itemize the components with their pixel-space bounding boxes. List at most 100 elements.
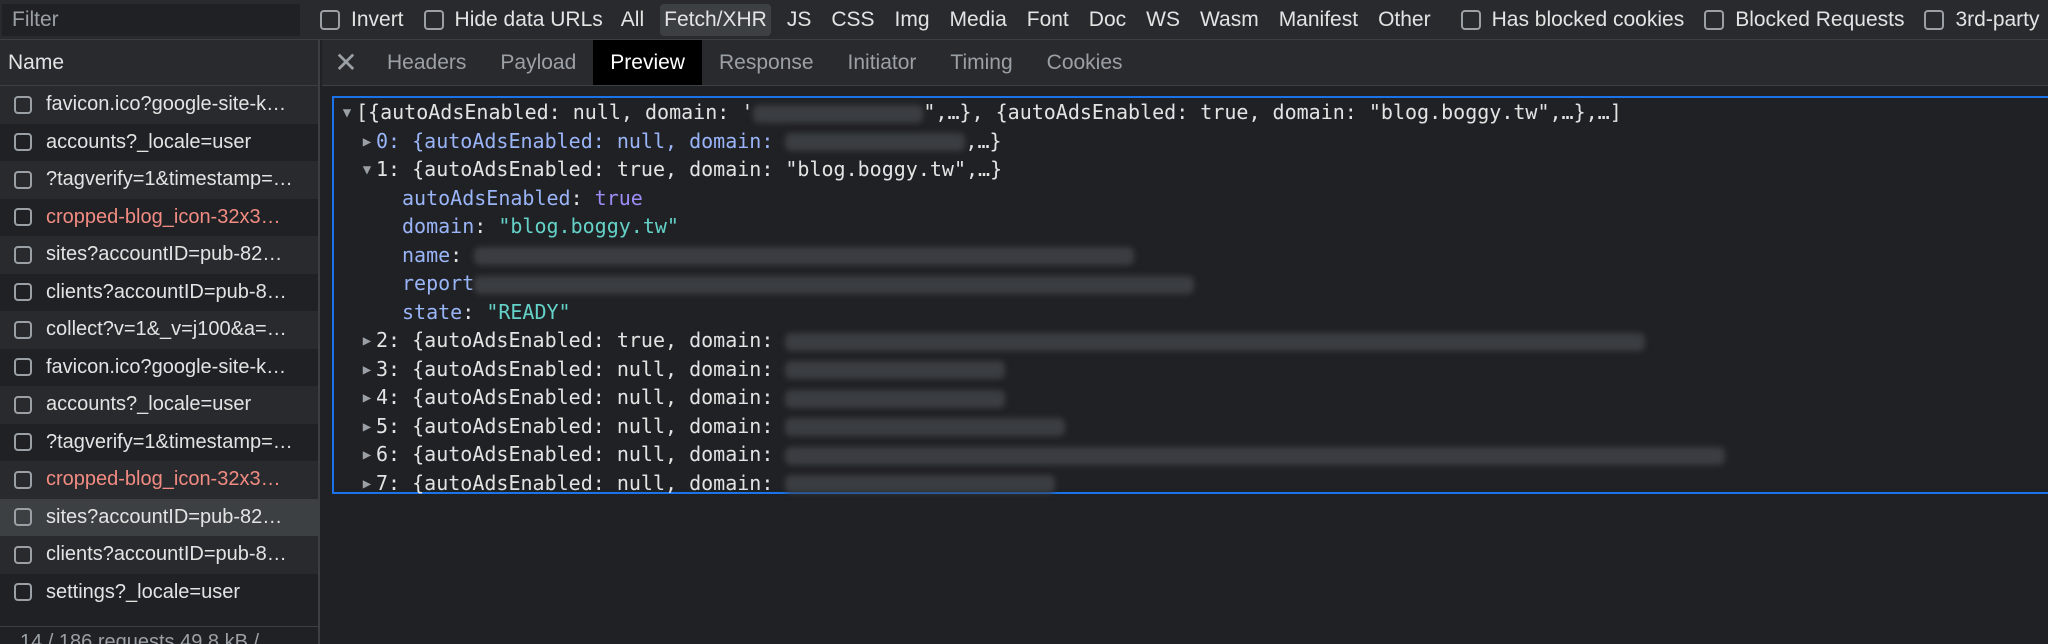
triangle-down-icon[interactable]: ▼ bbox=[338, 99, 356, 128]
type-filter-fetch-xhr[interactable]: Fetch/XHR bbox=[660, 3, 771, 36]
tab-timing[interactable]: Timing bbox=[933, 40, 1029, 85]
row-checkbox[interactable] bbox=[14, 508, 32, 527]
type-filter-css[interactable]: CSS bbox=[827, 4, 878, 36]
request-row[interactable]: favicon.ico?google-site-k… bbox=[0, 86, 318, 124]
type-filter-font[interactable]: Font bbox=[1023, 4, 1073, 36]
tab-cookies[interactable]: Cookies bbox=[1030, 40, 1140, 85]
property-key: name bbox=[402, 242, 451, 267]
invert-label: Invert bbox=[351, 7, 404, 31]
checkbox-box[interactable] bbox=[320, 9, 340, 30]
row-checkbox[interactable] bbox=[14, 470, 32, 489]
tree-item-text: 1: {autoAdsEnabled: true, domain: "blog.… bbox=[376, 157, 1003, 181]
request-row[interactable]: cropped-blog_icon-32x3… bbox=[0, 461, 318, 499]
triangle-right-icon[interactable]: ▶ bbox=[358, 413, 376, 442]
close-icon[interactable]: ✕ bbox=[322, 40, 370, 85]
request-row[interactable]: ?tagverify=1&timestamp=… bbox=[0, 161, 318, 199]
row-checkbox[interactable] bbox=[14, 583, 32, 602]
has-blocked-cookies-checkbox[interactable]: Has blocked cookies bbox=[1460, 7, 1685, 32]
row-checkbox[interactable] bbox=[14, 170, 32, 189]
tree-item-expanded[interactable]: ▼ 1: {autoAdsEnabled: true, domain: "blog… bbox=[334, 155, 2048, 184]
hide-data-urls-checkbox[interactable]: Hide data URLs bbox=[423, 8, 603, 32]
tree-item[interactable]: ▶ 0: {autoAdsEnabled: null, domain: ,…} bbox=[334, 127, 2048, 156]
request-row[interactable]: clients?accountID=pub-8… bbox=[0, 536, 318, 574]
tab-initiator[interactable]: Initiator bbox=[831, 40, 934, 85]
triangle-right-icon[interactable]: ▶ bbox=[358, 327, 376, 356]
triangle-down-icon[interactable]: ▼ bbox=[358, 156, 376, 185]
filter-input[interactable] bbox=[2, 3, 300, 36]
blocked-requests-label: Blocked Requests bbox=[1735, 7, 1905, 31]
type-filter-wasm[interactable]: Wasm bbox=[1196, 4, 1263, 36]
checkbox-box[interactable] bbox=[423, 9, 444, 30]
request-name: sites?accountID=pub-82… bbox=[46, 243, 283, 266]
checkbox-box[interactable] bbox=[1704, 9, 1725, 30]
type-filter-img[interactable]: Img bbox=[891, 4, 934, 36]
has-blocked-cookies-label: Has blocked cookies bbox=[1491, 7, 1685, 31]
triangle-right-icon[interactable]: ▶ bbox=[358, 470, 376, 499]
request-detail-panel: ✕ Headers Payload Preview Response Initi… bbox=[322, 40, 2048, 644]
tree-property: name: bbox=[334, 241, 2048, 270]
row-checkbox[interactable] bbox=[14, 433, 32, 452]
tree-item[interactable]: ▶ 4: {autoAdsEnabled: null, domain: bbox=[334, 383, 2048, 412]
network-filter-bar: Invert Hide data URLs All Fetch/XHR JS C… bbox=[0, 0, 2048, 40]
request-name: collect?v=1&_v=j100&a=… bbox=[46, 318, 287, 341]
type-filter-manifest[interactable]: Manifest bbox=[1275, 4, 1362, 36]
triangle-right-icon[interactable]: ▶ bbox=[358, 441, 376, 470]
type-filter-other[interactable]: Other bbox=[1374, 4, 1435, 36]
tab-headers[interactable]: Headers bbox=[370, 40, 483, 85]
root-summary-a: [{autoAdsEnabled: null, domain: ' bbox=[356, 100, 754, 124]
redacted-value bbox=[785, 332, 1646, 351]
tree-item[interactable]: ▶ 3: {autoAdsEnabled: null, domain: bbox=[334, 355, 2048, 384]
third-party-checkbox[interactable]: 3rd-party bbox=[1924, 7, 2040, 32]
request-row[interactable]: cropped-blog_icon-32x3… bbox=[0, 199, 318, 237]
invert-checkbox[interactable]: Invert bbox=[320, 8, 404, 32]
request-row[interactable]: sites?accountID=pub-82… bbox=[0, 236, 318, 274]
request-row[interactable]: accounts?_locale=user bbox=[0, 386, 318, 424]
tree-item[interactable]: ▶ 5: {autoAdsEnabled: null, domain: bbox=[334, 412, 2048, 441]
redacted-value bbox=[785, 475, 1056, 493]
type-filter-ws[interactable]: WS bbox=[1142, 4, 1184, 36]
type-filter-media[interactable]: Media bbox=[946, 4, 1011, 36]
request-name: cropped-blog_icon-32x3… bbox=[46, 205, 281, 228]
checkbox-box[interactable] bbox=[1924, 9, 1945, 30]
type-filter-all[interactable]: All bbox=[617, 4, 648, 36]
triangle-right-icon[interactable]: ▶ bbox=[358, 384, 376, 413]
third-party-label: 3rd-party bbox=[1955, 7, 2040, 31]
row-checkbox[interactable] bbox=[14, 395, 32, 414]
row-checkbox[interactable] bbox=[14, 283, 32, 302]
redacted-value bbox=[785, 446, 1726, 465]
root-summary-b: ",…}, {autoAdsEnabled: true, domain: "bl… bbox=[923, 100, 1622, 124]
type-filter-doc[interactable]: Doc bbox=[1085, 4, 1130, 36]
tree-item-text: 5: {autoAdsEnabled: null, domain: bbox=[376, 413, 786, 438]
name-column-header[interactable]: Name bbox=[0, 40, 318, 86]
request-row[interactable]: collect?v=1&_v=j100&a=… bbox=[0, 311, 318, 349]
row-checkbox[interactable] bbox=[14, 245, 32, 264]
triangle-right-icon[interactable]: ▶ bbox=[358, 128, 376, 157]
row-checkbox[interactable] bbox=[14, 95, 32, 114]
tab-preview[interactable]: Preview bbox=[593, 40, 702, 85]
request-name: settings?_locale=user bbox=[46, 580, 241, 603]
checkbox-box[interactable] bbox=[1460, 9, 1481, 30]
row-checkbox[interactable] bbox=[14, 320, 32, 339]
row-checkbox[interactable] bbox=[14, 358, 32, 377]
resource-type-filters: All Fetch/XHR JS CSS Img Media Font Doc … bbox=[617, 3, 1441, 36]
request-row[interactable]: accounts?_locale=user bbox=[0, 124, 318, 162]
tab-response[interactable]: Response bbox=[702, 40, 831, 85]
request-row[interactable]: clients?accountID=pub-8… bbox=[0, 274, 318, 312]
row-checkbox[interactable] bbox=[14, 208, 32, 227]
row-checkbox[interactable] bbox=[14, 133, 32, 152]
request-row[interactable]: favicon.ico?google-site-k… bbox=[0, 349, 318, 387]
type-filter-js[interactable]: JS bbox=[783, 4, 816, 36]
tab-payload[interactable]: Payload bbox=[483, 40, 593, 85]
tree-item[interactable]: ▶ 6: {autoAdsEnabled: null, domain: bbox=[334, 440, 2048, 469]
redacted-value bbox=[785, 133, 966, 151]
request-row-selected[interactable]: sites?accountID=pub-82… bbox=[0, 498, 318, 536]
request-row[interactable]: settings?_locale=user bbox=[0, 574, 318, 612]
row-checkbox[interactable] bbox=[14, 545, 32, 564]
tree-item[interactable]: ▶ 2: {autoAdsEnabled: true, domain: bbox=[334, 326, 2048, 355]
blocked-requests-checkbox[interactable]: Blocked Requests bbox=[1704, 8, 1904, 32]
tree-root[interactable]: ▼ [{autoAdsEnabled: null, domain: ' ",…}, … bbox=[334, 98, 2048, 127]
tree-item[interactable]: ▶ 7: {autoAdsEnabled: null, domain: bbox=[334, 469, 2048, 498]
triangle-right-icon[interactable]: ▶ bbox=[358, 356, 376, 385]
request-row[interactable]: ?tagverify=1&timestamp=… bbox=[0, 424, 318, 462]
request-name: clients?accountID=pub-8… bbox=[46, 543, 287, 566]
